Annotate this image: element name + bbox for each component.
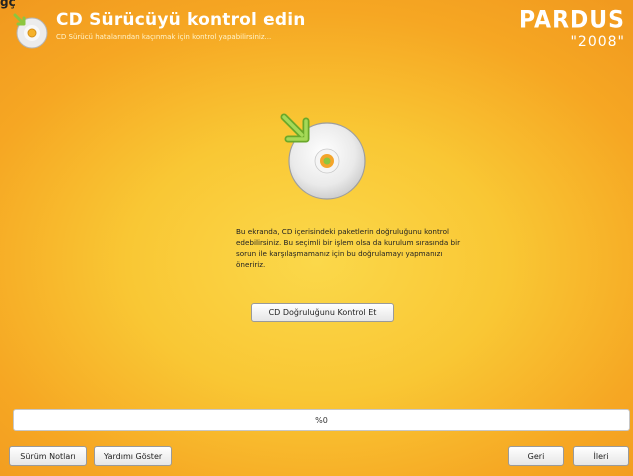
progress-bar: %0 xyxy=(13,409,630,431)
back-button[interactable]: Geri xyxy=(508,446,564,466)
logo-wordmark: PARDUS xyxy=(518,6,625,35)
cd-icon xyxy=(13,13,48,49)
pardus-logo: PARDUS "2008" xyxy=(518,6,625,50)
progress-label: %0 xyxy=(315,415,328,425)
cd-check-icon xyxy=(280,113,366,200)
verify-cd-button[interactable]: CD Doğruluğunu Kontrol Et xyxy=(251,303,394,322)
corner-glyph-text: ğç xyxy=(0,0,16,9)
logo-year: "2008" xyxy=(570,34,625,50)
page-title: CD Sürücüyü kontrol edin xyxy=(56,10,306,30)
page-subtitle: CD Sürücü hatalarından kaçınmak için kon… xyxy=(56,33,272,41)
next-button[interactable]: İleri xyxy=(573,446,629,466)
show-help-button[interactable]: Yardımı Göster xyxy=(94,446,172,466)
description-text: Bu ekranda, CD içerisindeki paketlerin d… xyxy=(236,227,461,269)
release-notes-button[interactable]: Sürüm Notları xyxy=(9,446,87,466)
